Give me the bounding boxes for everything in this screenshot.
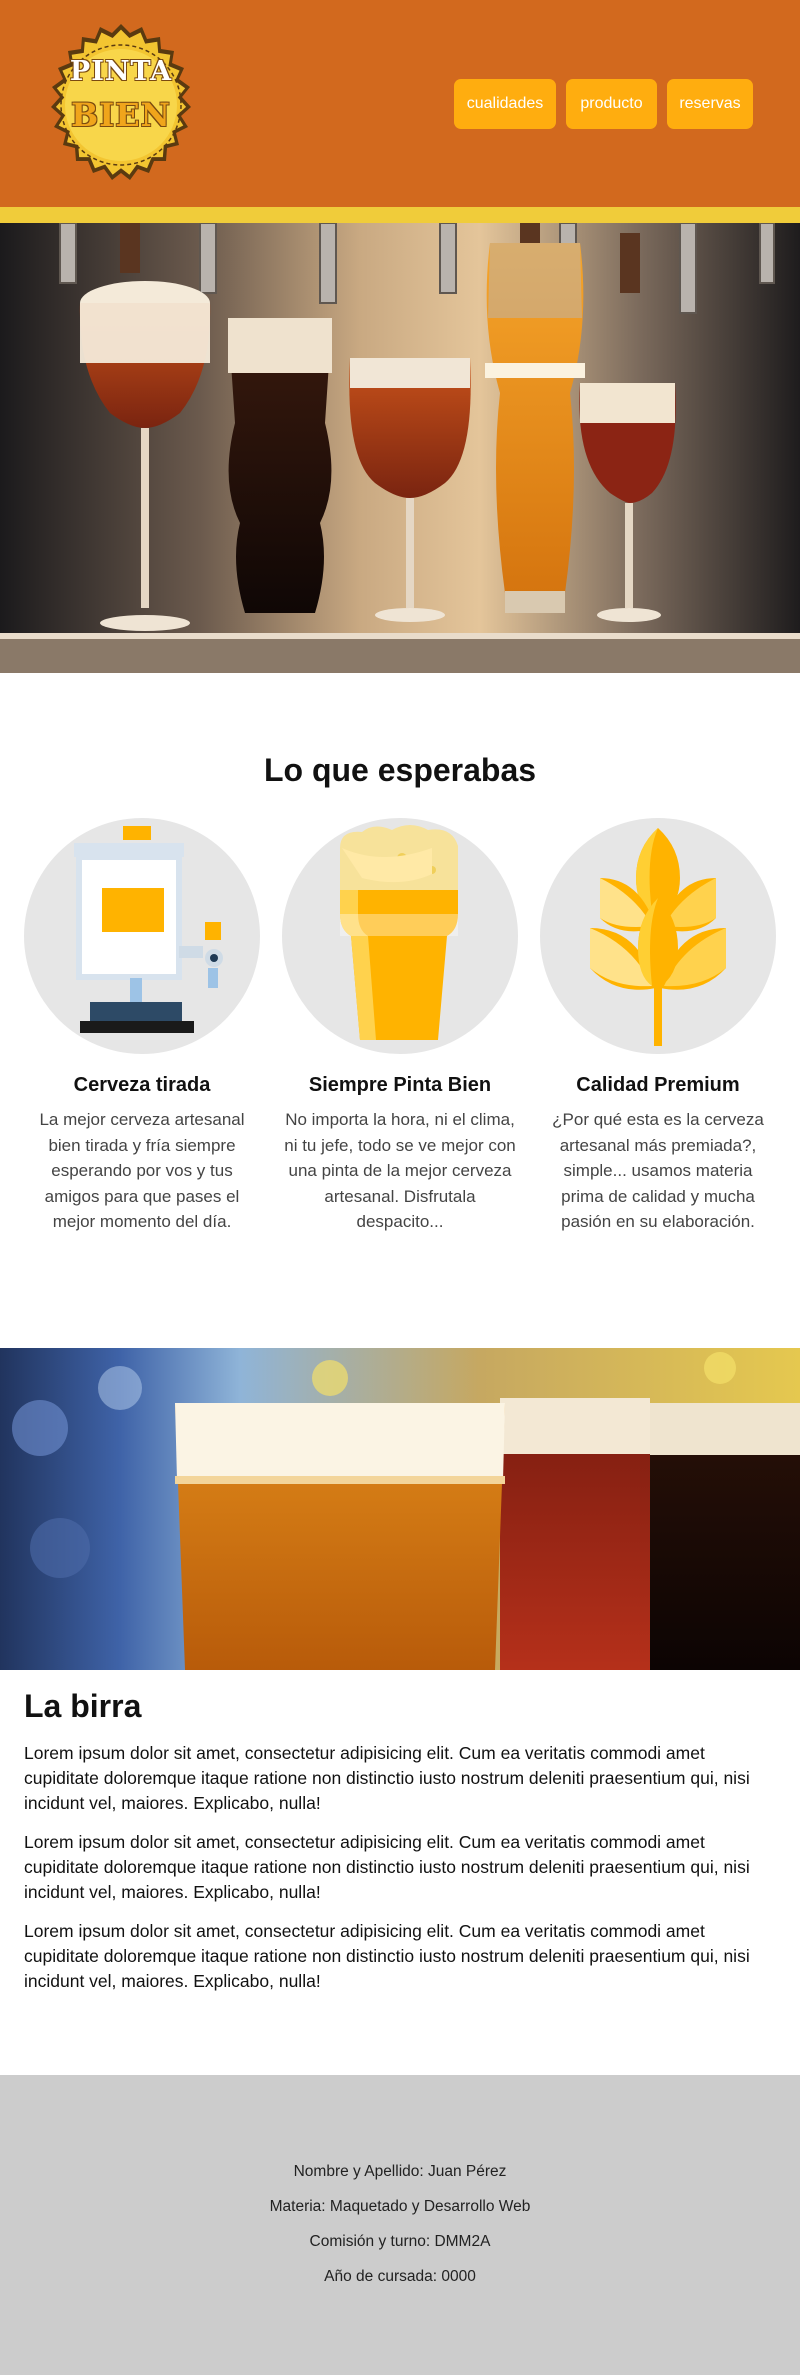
feature-card: Calidad Premium ¿Por qué esta es la cerv…	[540, 818, 776, 1235]
footer-subject: Materia: Maquetado y Desarrollo Web	[269, 2198, 531, 2215]
site-header: PINTA BIEN cualidades producto reservas	[0, 0, 800, 207]
tap-dispenser-icon	[24, 818, 260, 1054]
header-stripe	[0, 207, 800, 223]
feature-text: No importa la hora, ni el clima, ni tu j…	[284, 1110, 516, 1231]
logo-text-line1: PINTA	[69, 56, 173, 87]
footer-year: Año de cursada: 0000	[324, 2268, 476, 2285]
feature-text: La mejor cerveza artesanal bien tirada y…	[39, 1110, 245, 1231]
birra-title: La birra	[24, 1688, 142, 1724]
features-title: Lo que esperabas	[263, 752, 537, 788]
nav-button-cualidades[interactable]: cualidades	[454, 79, 556, 129]
feature-card: Siempre Pinta Bien No importa la hora, n…	[282, 818, 518, 1235]
main-nav: cualidades producto reservas	[454, 79, 753, 129]
feature-title: Cerveza tirada	[73, 1074, 211, 1096]
logo-text-line2: BIEN	[71, 96, 171, 134]
nav-button-reservas[interactable]: reservas	[667, 79, 753, 129]
hero-image-beer-glasses	[0, 223, 800, 673]
birra-paragraph: Lorem ipsum dolor sit amet, consectetur …	[24, 1921, 750, 1991]
birra-paragraph: Lorem ipsum dolor sit amet, consectetur …	[24, 1743, 750, 1813]
site-footer: Nombre y Apellido: Juan Pérez Materia: M…	[0, 2075, 800, 2375]
beer-pint-icon	[282, 818, 518, 1054]
feature-card: Cerveza tirada La mejor cerveza artesana…	[24, 818, 260, 1235]
birra-paragraph: Lorem ipsum dolor sit amet, consectetur …	[24, 1832, 750, 1902]
banner-image-beer-glasses	[0, 1348, 800, 1670]
feature-title: Siempre Pinta Bien	[308, 1074, 492, 1096]
nav-button-producto[interactable]: producto	[566, 79, 657, 129]
wheat-icon	[540, 818, 776, 1054]
feature-text: ¿Por qué esta es la cerveza artesanal má…	[552, 1110, 764, 1231]
footer-commission: Comisión y turno: DMM2A	[309, 2233, 491, 2250]
footer-author: Nombre y Apellido: Juan Pérez	[293, 2163, 507, 2180]
feature-title: Calidad Premium	[576, 1074, 740, 1096]
